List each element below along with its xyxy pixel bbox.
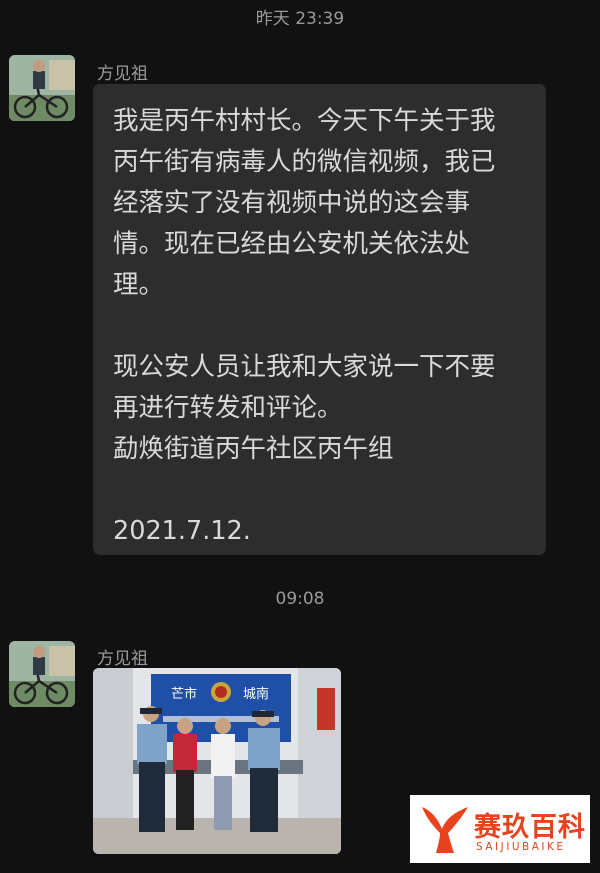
avatar[interactable] — [9, 55, 75, 121]
watermark-subtitle: SAIJIUBAIKE — [476, 841, 566, 853]
message-line: 我是丙午村村长。今天下午关于我 — [113, 106, 496, 136]
timestamp-1: 昨天 23:39 — [255, 9, 345, 29]
message-line: 2021.7.12. — [113, 516, 251, 546]
message-line: 丙午街有病毒人的微信视频，我已 — [113, 147, 496, 177]
message-line — [113, 306, 526, 347]
message-bubble[interactable]: 我是丙午村村长。今天下午关于我 丙午街有病毒人的微信视频，我已 经落实了没有视频… — [93, 84, 546, 555]
sender-name: 方见祖 — [97, 64, 148, 84]
message-line: 经落实了没有视频中说的这会事 — [113, 188, 471, 218]
message-line: 情。现在已经由公安机关依法处 — [113, 229, 471, 259]
whale-tail-icon — [422, 807, 468, 853]
photo-message[interactable]: 芒市 城南 — [93, 668, 341, 854]
avatar-image — [9, 55, 75, 121]
avatar[interactable] — [9, 641, 75, 707]
message-line: 理。 — [113, 270, 165, 300]
sign-text: 城南 — [243, 686, 269, 702]
avatar-image — [9, 641, 75, 707]
watermark-title: 赛玖百科 — [474, 812, 586, 843]
watermark: 赛玖百科 SAIJIUBAIKE — [410, 795, 590, 863]
police-station-photo: 芒市 城南 — [93, 668, 341, 854]
message-line — [113, 470, 526, 511]
message-line: 再进行转发和评论。 — [113, 393, 343, 423]
sender-name: 方见祖 — [97, 649, 148, 669]
message-line: 现公安人员让我和大家说一下不要 — [113, 352, 496, 382]
message-line: 勐焕街道丙午社区丙午组 — [113, 434, 394, 464]
sign-text: 芒市 — [171, 686, 197, 702]
timestamp-2: 09:08 — [275, 589, 325, 609]
